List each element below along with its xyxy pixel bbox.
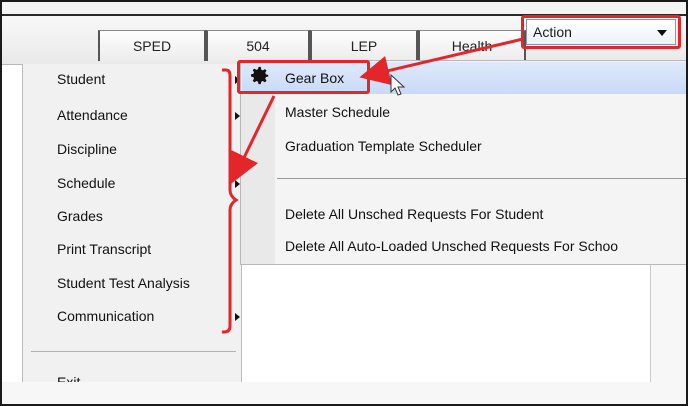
menu-item-print-transcript[interactable]: Print Transcript	[57, 238, 151, 260]
menu-item-schedule[interactable]: Schedule	[57, 172, 115, 194]
submenu-item-graduation-template-scheduler[interactable]: Graduation Template Scheduler	[285, 135, 482, 157]
menu-item-attendance[interactable]: Attendance	[57, 104, 128, 126]
menu-item-communication[interactable]: Communication	[57, 305, 154, 327]
submenu-divider	[277, 178, 686, 179]
menu-item-student[interactable]: Student	[57, 68, 105, 90]
submenu-item-delete-unsched-requests[interactable]: Delete All Unsched Requests For Student	[285, 203, 543, 225]
menu-item-student-test-analysis[interactable]: Student Test Analysis	[57, 272, 190, 294]
background-panel	[650, 265, 686, 385]
tab-504[interactable]: 504	[206, 30, 310, 61]
app-window: SPED 504 LEP Health Action Student Atten…	[0, 0, 688, 406]
gear-box-callout-box	[237, 60, 370, 94]
tab-lep[interactable]: LEP	[310, 30, 418, 61]
action-menu: Student Attendance Discipline Schedule G…	[22, 64, 242, 404]
action-callout-box	[521, 15, 681, 49]
mouse-cursor-icon	[390, 74, 406, 96]
submenu-item-master-schedule[interactable]: Master Schedule	[285, 101, 390, 123]
menu-item-discipline[interactable]: Discipline	[57, 138, 117, 160]
red-bracket-annotation	[222, 68, 239, 334]
menu-item-grades[interactable]: Grades	[57, 205, 103, 227]
top-strip	[2, 2, 686, 16]
background-panel	[2, 382, 686, 404]
menu-divider	[31, 351, 236, 352]
submenu-item-delete-auto-loaded-requests[interactable]: Delete All Auto-Loaded Unsched Requests …	[285, 235, 618, 257]
tab-health[interactable]: Health	[418, 30, 526, 61]
tab-sped[interactable]: SPED	[98, 30, 206, 61]
